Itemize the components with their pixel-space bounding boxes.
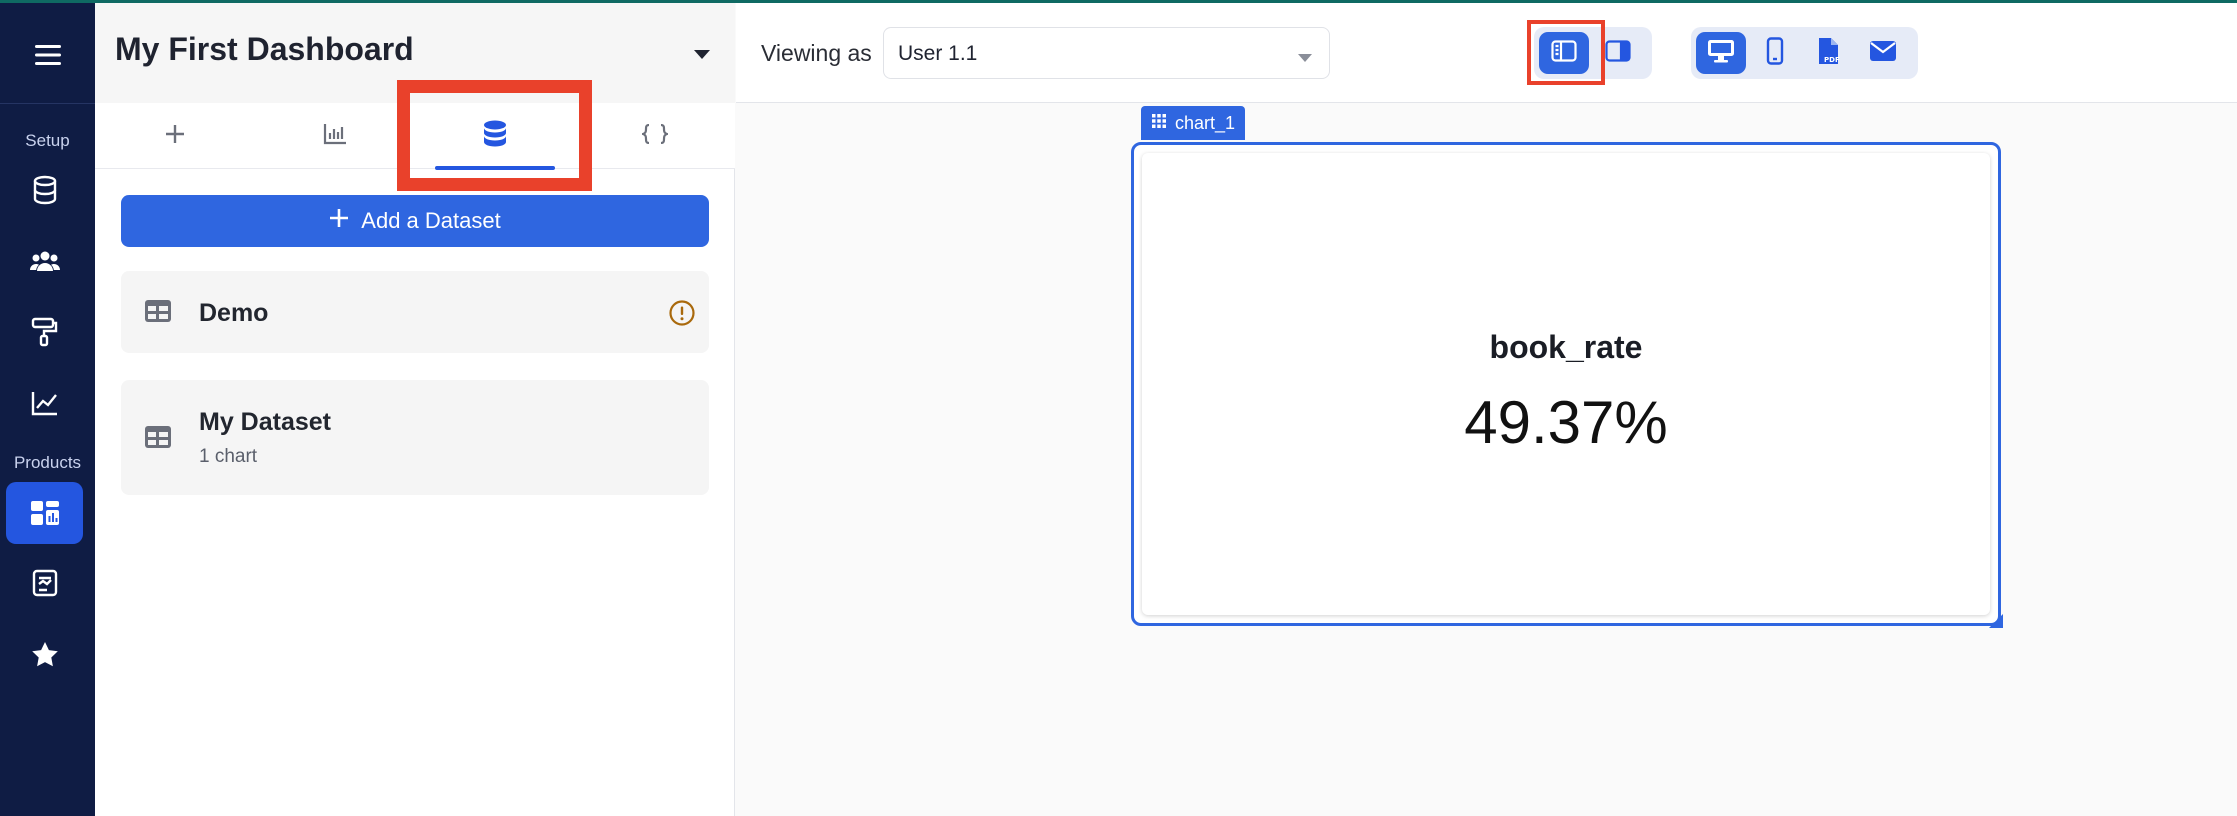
metric-value: 49.37% bbox=[1464, 389, 1668, 456]
pdf-view-button[interactable]: PDF bbox=[1804, 32, 1854, 74]
highlight-box-layout-toggle bbox=[1527, 20, 1605, 85]
star-icon bbox=[31, 641, 59, 668]
paint-roller-icon bbox=[31, 317, 59, 347]
pdf-icon: PDF bbox=[1816, 37, 1842, 70]
chart-card[interactable]: book_rate 49.37% bbox=[1131, 142, 2003, 628]
caret-down-icon bbox=[1297, 50, 1313, 68]
mobile-icon bbox=[1766, 36, 1784, 70]
tab-code[interactable] bbox=[575, 103, 735, 169]
users-icon bbox=[29, 249, 60, 273]
rail-item-charts[interactable] bbox=[6, 372, 83, 434]
nav-rail: Setup Products bbox=[0, 3, 95, 816]
drag-grid-icon[interactable] bbox=[1151, 113, 1167, 134]
dashboard-icon bbox=[30, 500, 60, 526]
rail-item-reports[interactable] bbox=[6, 552, 83, 614]
plus-icon bbox=[329, 208, 349, 234]
desktop-icon bbox=[1707, 39, 1735, 68]
viewing-as-label: Viewing as bbox=[761, 40, 872, 66]
bar-chart-icon bbox=[323, 123, 347, 150]
tab-add[interactable] bbox=[95, 103, 255, 169]
rail-section-products: Products bbox=[13, 453, 82, 472]
table-icon bbox=[145, 300, 171, 327]
rail-item-users[interactable] bbox=[6, 230, 83, 292]
sidebar-right-icon bbox=[1605, 39, 1631, 67]
dataset-item-my-dataset[interactable]: My Dataset 1 chart bbox=[121, 380, 709, 495]
dataset-chart-count: 1 chart bbox=[199, 446, 258, 467]
email-view-button[interactable] bbox=[1858, 32, 1908, 74]
dataset-item-demo[interactable]: Demo bbox=[121, 271, 709, 353]
rail-divider bbox=[0, 103, 95, 104]
highlight-box-datasets-tab bbox=[397, 80, 592, 191]
report-icon bbox=[32, 569, 58, 597]
dashboard-title[interactable]: My First Dashboard bbox=[115, 31, 414, 68]
metric-label: book_rate bbox=[1489, 329, 1643, 365]
chart-tag-label: chart_1 bbox=[1175, 112, 1236, 133]
viewing-as-value: User 1.1 bbox=[898, 42, 978, 65]
resize-handle[interactable] bbox=[1989, 614, 2003, 628]
mobile-view-button[interactable] bbox=[1750, 32, 1800, 74]
database-icon bbox=[31, 175, 59, 205]
svg-text:PDF: PDF bbox=[1824, 56, 1840, 64]
chart-tag[interactable]: chart_1 bbox=[1141, 106, 1246, 140]
kpi-card: book_rate 49.37% bbox=[1142, 153, 1990, 615]
line-chart-icon bbox=[31, 390, 59, 416]
top-bar: Viewing as User 1.1 PDF bbox=[736, 3, 2237, 103]
tab-charts[interactable] bbox=[255, 103, 415, 169]
plus-icon bbox=[165, 124, 185, 149]
desktop-view-button[interactable] bbox=[1696, 32, 1746, 74]
viewing-as-select[interactable]: User 1.1 bbox=[883, 27, 1330, 79]
dataset-name: Demo bbox=[199, 299, 269, 327]
menu-icon[interactable] bbox=[0, 25, 95, 85]
warning-icon[interactable] bbox=[669, 300, 695, 331]
rail-item-favorites[interactable] bbox=[6, 623, 83, 685]
rail-item-databases[interactable] bbox=[6, 159, 83, 221]
table-icon bbox=[145, 426, 171, 453]
rail-item-dashboards[interactable] bbox=[6, 482, 83, 544]
rail-item-theme[interactable] bbox=[6, 301, 83, 363]
email-icon bbox=[1869, 40, 1897, 67]
device-toggle: PDF bbox=[1691, 27, 1918, 79]
rail-section-setup: Setup bbox=[25, 131, 70, 150]
dataset-name: My Dataset bbox=[199, 408, 331, 436]
braces-icon bbox=[639, 123, 671, 149]
add-dataset-button[interactable]: Add a Dataset bbox=[121, 195, 709, 247]
add-dataset-label: Add a Dataset bbox=[361, 208, 501, 233]
caret-down-icon[interactable] bbox=[693, 47, 711, 65]
